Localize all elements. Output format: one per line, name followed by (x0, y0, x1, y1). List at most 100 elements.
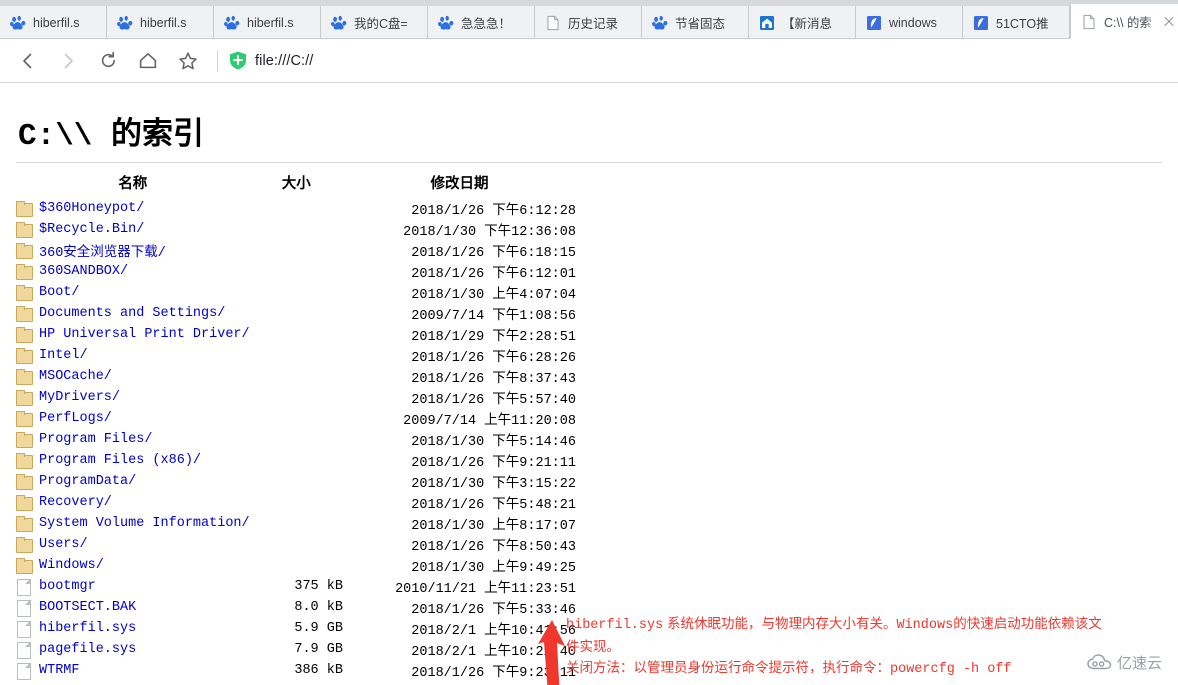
file-link[interactable]: Program Files/ (39, 432, 152, 447)
tab-title: hiberfil.s (33, 15, 80, 30)
table-row[interactable]: HP Universal Print Driver/2018/1/29 下午2:… (16, 324, 576, 345)
browser-tab[interactable]: hiberfil.s (214, 6, 321, 39)
baidu-paw-icon (10, 15, 26, 29)
cell-name: $Recycle.Bin/ (16, 219, 250, 240)
column-header-name[interactable]: 名称 (16, 172, 250, 198)
file-link[interactable]: Program Files (x86)/ (39, 453, 201, 468)
reload-button[interactable] (90, 43, 126, 79)
directory-listing-page: C:\\ 的索引 名称 大小 修改日期 $360Honeypot/2018/1/… (0, 108, 1178, 685)
table-row[interactable]: Documents and Settings/2009/7/14 下午1:08:… (16, 303, 576, 324)
file-link[interactable]: Intel/ (39, 348, 88, 363)
file-link[interactable]: MSOCache/ (39, 369, 112, 384)
table-row[interactable]: ProgramData/2018/1/30 下午3:15:22 (16, 471, 576, 492)
file-link[interactable]: MyDrivers/ (39, 390, 120, 405)
address-bar[interactable]: file:///C:// (229, 51, 313, 70)
file-link[interactable]: Boot/ (39, 285, 80, 300)
cell-date: 2018/1/26 下午6:18:15 (411, 246, 576, 261)
file-link[interactable]: 360安全浏览器下载/ (39, 240, 166, 261)
cell-date: 2018/1/26 下午9:21:11 (411, 456, 576, 471)
file-link[interactable]: bootmgr (39, 579, 96, 594)
bookmark-button[interactable] (170, 43, 206, 79)
table-row[interactable]: WTRMF 386 kB 2018/1/26 下午9:23:11 (16, 660, 576, 681)
page-icon (1083, 14, 1095, 29)
cell-date: 2018/1/29 下午2:28:51 (411, 330, 576, 345)
file-listing-body: $360Honeypot/2018/1/26 下午6:12:28 $Recycle… (16, 198, 576, 681)
file-link[interactable]: HP Universal Print Driver/ (39, 327, 250, 342)
browser-tab[interactable]: 历史记录 (535, 6, 642, 39)
file-link[interactable]: pagefile.sys (39, 642, 136, 657)
table-row[interactable]: Program Files/2018/1/30 下午5:14:46 (16, 429, 576, 450)
cell-size (250, 303, 343, 324)
table-row[interactable]: MyDrivers/2018/1/26 下午5:57:40 (16, 387, 576, 408)
cell-size (250, 429, 343, 450)
browser-tab[interactable]: 急急急！ (428, 6, 535, 39)
table-row[interactable]: System Volume Information/2018/1/30 上午8:… (16, 513, 576, 534)
file-link[interactable]: $360Honeypot/ (39, 201, 144, 216)
table-row[interactable]: Users/2018/1/26 下午8:50:43 (16, 534, 576, 555)
home-button[interactable] (130, 43, 166, 79)
cell-date: 2018/1/30 上午4:07:04 (411, 288, 576, 303)
cell-name: PerfLogs/ (16, 408, 250, 429)
file-link[interactable]: 360SANDBOX/ (39, 264, 128, 279)
file-link[interactable]: Users/ (39, 537, 88, 552)
cell-date: 2018/1/26 下午5:33:46 (411, 603, 576, 618)
browser-tab[interactable]: 节省固态 (642, 6, 749, 39)
tab-title: 我的C盘= (354, 17, 408, 31)
close-icon[interactable] (1162, 15, 1176, 29)
page-title: C:\\ 的索引 (18, 119, 205, 154)
tab-title: 急急急！ (461, 17, 512, 31)
back-button[interactable] (10, 43, 46, 79)
red-arrow-icon (538, 620, 565, 685)
browser-toolbar: file:///C:// (0, 39, 1178, 83)
cell-name: Documents and Settings/ (16, 303, 250, 324)
table-row[interactable]: Program Files (x86)/ 2018/1/26 下午9:21:11 (16, 450, 576, 471)
file-link[interactable]: PerfLogs/ (39, 411, 112, 426)
browser-tab[interactable]: hiberfil.s (0, 6, 107, 39)
reload-icon (101, 51, 115, 68)
column-header-date[interactable]: 修改日期 (343, 172, 576, 198)
cell-size (250, 387, 343, 408)
browser-tab[interactable]: 【新消息 (749, 6, 856, 39)
browser-tab[interactable]: windows (856, 6, 963, 39)
file-link[interactable]: Documents and Settings/ (39, 306, 225, 321)
cell-name: Recovery/ (16, 492, 250, 513)
file-link[interactable]: BOOTSECT.BAK (39, 600, 136, 615)
column-header-size[interactable]: 大小 (250, 172, 343, 198)
file-link[interactable]: Recovery/ (39, 495, 112, 510)
cell-size (250, 219, 343, 240)
table-row[interactable]: MSOCache/2018/1/26 下午8:37:43 (16, 366, 576, 387)
table-row[interactable]: bootmgr 375 kB 2010/11/21 上午11:23:51 (16, 576, 576, 597)
cell-date: 2018/1/26 下午5:57:40 (411, 393, 576, 408)
file-link[interactable]: Windows/ (39, 558, 104, 573)
browser-tab[interactable]: hiberfil.s (107, 6, 214, 39)
cell-date: 2018/1/26 下午6:28:26 (411, 351, 576, 366)
folder-icon (16, 431, 33, 448)
browser-tab[interactable]: 51CTO推 (963, 6, 1070, 39)
table-row[interactable]: 360安全浏览器下载/2018/1/26 下午6:18:15 (16, 240, 576, 261)
file-link[interactable]: hiberfil.sys (39, 621, 136, 636)
table-row[interactable]: $Recycle.Bin/2018/1/30 下午12:36:08 (16, 219, 576, 240)
table-row[interactable]: $360Honeypot/2018/1/26 下午6:12:28 (16, 198, 576, 219)
forward-button[interactable] (50, 43, 86, 79)
cell-size (250, 345, 343, 366)
table-row[interactable]: Windows/2018/1/30 上午9:49:25 (16, 555, 576, 576)
cell-name: Program Files/ (16, 429, 250, 450)
cell-name: 360安全浏览器下载/ (16, 240, 250, 261)
file-link[interactable]: System Volume Information/ (39, 516, 250, 531)
table-row[interactable]: BOOTSECT.BAK 8.0 kB 2018/1/26 下午5:33:46 (16, 597, 576, 618)
cell-size (250, 471, 343, 492)
table-row[interactable]: pagefile.sys 7.9 GB 2018/2/1 上午10:22:40 (16, 639, 576, 660)
browser-tab[interactable]: 我的C盘= (321, 6, 428, 39)
table-row[interactable]: PerfLogs/2009/7/14 上午11:20:08 (16, 408, 576, 429)
browser-tab-active[interactable]: C:\\ 的索 (1070, 4, 1178, 39)
folder-icon (16, 494, 33, 511)
table-row[interactable]: hiberfil.sys 5.9 GB 2018/2/1 上午10:41:56 (16, 618, 576, 639)
file-link[interactable]: WTRMF (39, 663, 80, 678)
file-link[interactable]: $Recycle.Bin/ (39, 222, 144, 237)
table-row[interactable]: Intel/2018/1/26 下午6:28:26 (16, 345, 576, 366)
table-row[interactable]: 360SANDBOX/2018/1/26 下午6:12:01 (16, 261, 576, 282)
table-row[interactable]: Recovery/2018/1/26 下午5:48:21 (16, 492, 576, 513)
file-link[interactable]: ProgramData/ (39, 474, 136, 489)
table-row[interactable]: Boot/2018/1/30 上午4:07:04 (16, 282, 576, 303)
cell-name: Program Files (x86)/ (16, 450, 250, 471)
